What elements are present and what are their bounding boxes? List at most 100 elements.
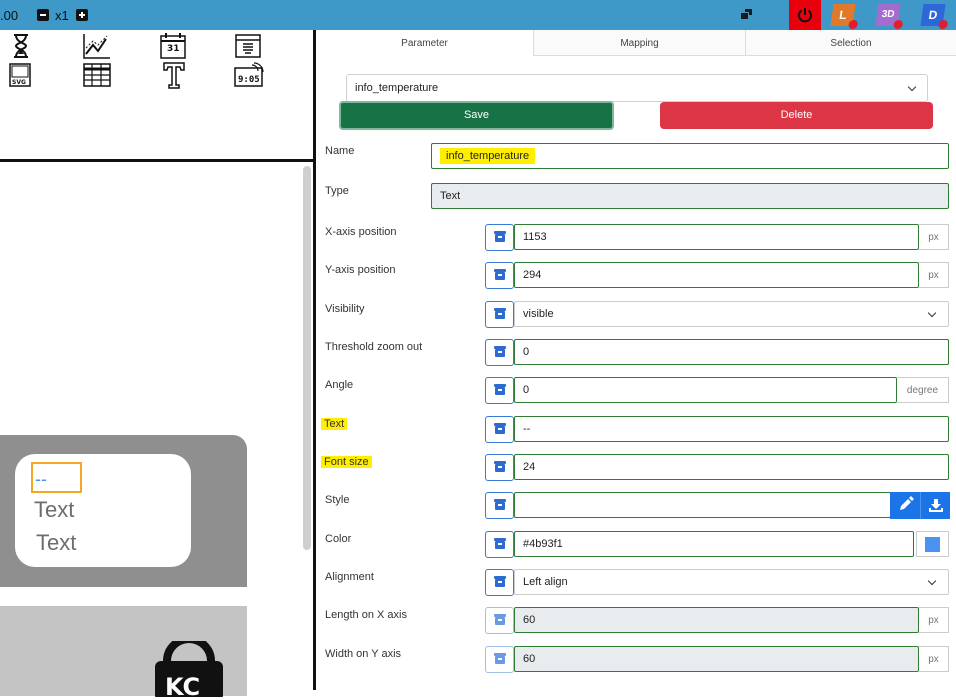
- clock-display-icon[interactable]: 9:05: [234, 62, 264, 92]
- top-toolbar: .00 x1 L 3D D: [0, 0, 956, 30]
- widget-container[interactable]: KC: [0, 606, 247, 700]
- text-tool-icon[interactable]: [160, 60, 190, 90]
- windows-icon[interactable]: [740, 8, 754, 22]
- delete-button[interactable]: Delete: [660, 102, 933, 129]
- color-lock-button[interactable]: [485, 531, 514, 558]
- font-size-input[interactable]: 24: [514, 454, 949, 480]
- type-label: Type: [325, 185, 349, 197]
- lock-icon: [494, 423, 506, 434]
- color-picker[interactable]: [916, 531, 949, 557]
- app-d-button[interactable]: D: [920, 4, 949, 29]
- zoom-multiplier: x1: [55, 8, 69, 23]
- lock-icon: [494, 653, 506, 664]
- tab-parameter[interactable]: Parameter: [316, 30, 534, 56]
- panel-tabs: Parameter Mapping Selection: [316, 30, 956, 56]
- hourglass-icon[interactable]: [8, 32, 38, 62]
- calendar-icon[interactable]: 31: [158, 32, 188, 62]
- angle-lock-button[interactable]: [485, 377, 514, 404]
- length-x-input: 60: [514, 607, 919, 633]
- svg-text:KC: KC: [165, 673, 200, 697]
- design-canvas[interactable]: -- Text Text KC: [0, 162, 313, 700]
- text-element[interactable]: Text: [34, 497, 74, 523]
- threshold-input[interactable]: 0: [514, 339, 949, 365]
- list-panel-icon[interactable]: [234, 32, 264, 62]
- save-button[interactable]: Save: [339, 101, 614, 130]
- canvas-scrollbar[interactable]: [303, 166, 311, 550]
- color-label: Color: [325, 533, 352, 545]
- lock-icon: [494, 308, 506, 319]
- tab-mapping[interactable]: Mapping: [534, 30, 746, 56]
- zoom-value: .00: [0, 8, 19, 23]
- y-position-unit: px: [919, 262, 949, 288]
- length-x-label: Length on X axis: [325, 609, 407, 621]
- lock-icon: [494, 614, 506, 625]
- zoom-in-icon[interactable]: [76, 9, 88, 21]
- threshold-lock-button[interactable]: [485, 339, 514, 366]
- element-select[interactable]: info_temperature: [346, 74, 928, 102]
- selected-text-element[interactable]: --: [31, 462, 82, 493]
- text-input[interactable]: --: [514, 416, 949, 442]
- style-label: Style: [325, 494, 350, 506]
- svg-text:31: 31: [167, 44, 180, 54]
- length-x-unit: px: [919, 607, 949, 633]
- svg-text:9:05: 9:05: [238, 75, 260, 85]
- table-icon[interactable]: [82, 62, 112, 92]
- y-position-lock-button[interactable]: [485, 262, 514, 289]
- alignment-select[interactable]: Left align: [514, 569, 949, 595]
- chevron-down-icon: [927, 308, 937, 318]
- x-position-lock-button[interactable]: [485, 224, 514, 251]
- weight-icon: KC: [153, 635, 225, 700]
- font-size-lock-button[interactable]: [485, 454, 514, 481]
- edit-style-button[interactable]: [890, 492, 920, 519]
- color-input[interactable]: #4b93f1: [514, 531, 914, 557]
- text-widget-card[interactable]: -- Text Text: [15, 454, 191, 567]
- alignment-lock-button[interactable]: [485, 569, 514, 596]
- alignment-value: Left align: [523, 576, 568, 588]
- text-label: Text: [321, 418, 348, 430]
- name-field[interactable]: info_temperature: [431, 143, 949, 169]
- visibility-select[interactable]: visible: [514, 301, 949, 327]
- lock-icon: [494, 576, 506, 587]
- lock-icon: [494, 461, 506, 472]
- width-y-lock-button: [485, 646, 514, 673]
- name-value: info_temperature: [440, 148, 536, 164]
- width-y-label: Width on Y axis: [325, 648, 402, 660]
- app-3d-button[interactable]: 3D: [875, 4, 904, 29]
- notification-dot: [848, 20, 859, 29]
- svg-icon[interactable]: SVG: [8, 62, 38, 92]
- text-element[interactable]: Text: [36, 530, 76, 556]
- download-style-button[interactable]: [920, 492, 950, 519]
- download-icon: [929, 499, 943, 512]
- length-x-lock-button: [485, 607, 514, 634]
- visibility-value: visible: [523, 308, 554, 320]
- notification-dot: [938, 20, 949, 29]
- name-label: Name: [325, 145, 355, 157]
- alignment-label: Alignment: [325, 571, 374, 583]
- widget-toolbox: 31 SVG 9:05: [0, 30, 315, 160]
- power-button[interactable]: [789, 0, 821, 30]
- visibility-lock-button[interactable]: [485, 301, 514, 328]
- x-position-input[interactable]: 1153: [514, 224, 919, 250]
- widget-container[interactable]: -- Text Text: [0, 435, 247, 587]
- style-lock-button[interactable]: [485, 492, 514, 519]
- width-y-unit: px: [919, 646, 949, 672]
- type-field: Text: [431, 183, 949, 209]
- color-swatch: [925, 537, 940, 552]
- tab-selection[interactable]: Selection: [746, 30, 956, 56]
- power-icon: [798, 8, 812, 23]
- angle-input[interactable]: 0: [514, 377, 897, 403]
- y-position-input[interactable]: 294: [514, 262, 919, 288]
- chevron-down-icon: [907, 82, 917, 92]
- app-l-button[interactable]: L: [830, 4, 859, 29]
- zoom-out-icon[interactable]: [37, 9, 49, 21]
- angle-label: Angle: [325, 379, 354, 391]
- lock-icon: [494, 538, 506, 549]
- width-y-input: 60: [514, 646, 919, 672]
- style-input[interactable]: [514, 492, 891, 518]
- line-chart-icon[interactable]: [82, 32, 112, 62]
- x-position-label: X-axis position: [325, 226, 397, 238]
- y-position-label: Y-axis position: [325, 264, 396, 276]
- element-select-value: info_temperature: [355, 82, 439, 94]
- lock-icon: [494, 499, 506, 510]
- text-lock-button[interactable]: [485, 416, 514, 443]
